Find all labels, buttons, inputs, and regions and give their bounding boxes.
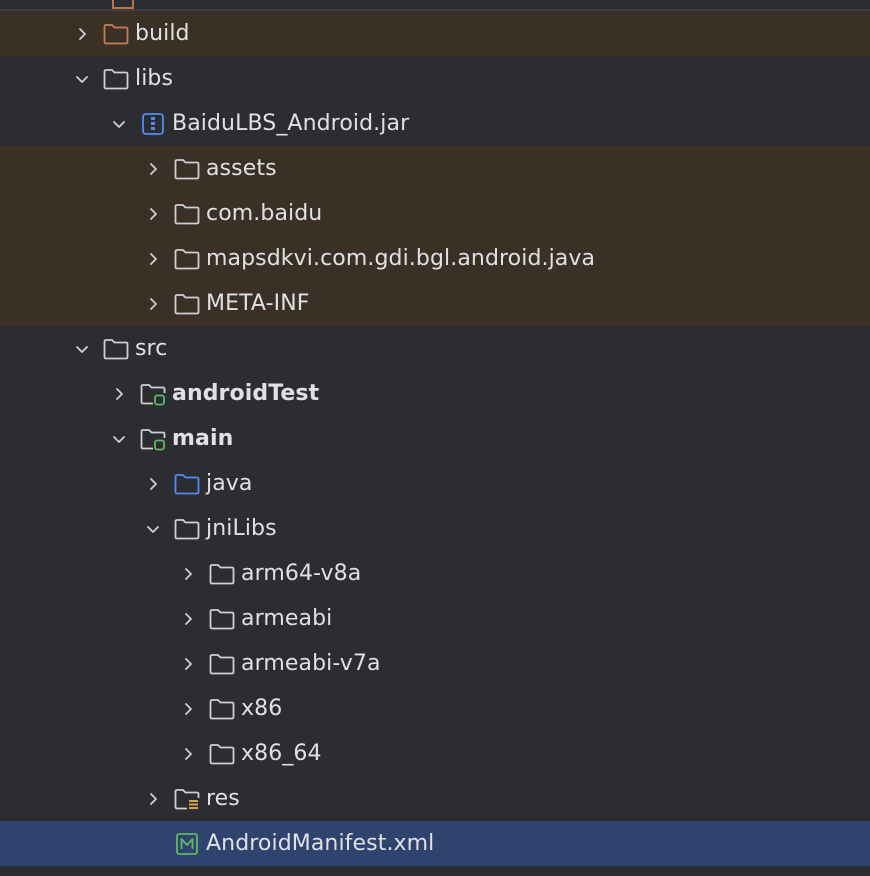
no-chevron-spacer [142, 833, 164, 855]
tree-row-androidtest[interactable]: androidTest [0, 371, 870, 416]
tree-item-label: arm64-v8a [241, 561, 362, 586]
folder-icon [207, 651, 237, 677]
chevron-right-icon[interactable] [177, 743, 199, 765]
tree-item-label: assets [206, 156, 277, 181]
tree-row-com-baidu[interactable]: com.baidu [0, 191, 870, 236]
tree-row-main[interactable]: main [0, 416, 870, 461]
folder-icon [172, 291, 202, 317]
folder-excluded-icon [101, 21, 131, 47]
tree-row-x86-64[interactable]: x86_64 [0, 731, 870, 776]
resource-folder-icon [172, 786, 202, 812]
tree-row-armeabi-v7a[interactable]: armeabi-v7a [0, 641, 870, 686]
chevron-right-icon[interactable] [71, 23, 93, 45]
tree-item-label: mapsdkvi.com.gdi.bgl.android.java [206, 246, 596, 271]
chevron-right-icon[interactable] [177, 608, 199, 630]
tree-item-label: armeabi-v7a [241, 651, 381, 676]
chevron-right-icon[interactable] [142, 788, 164, 810]
tree-item-label: armeabi [241, 606, 333, 631]
tree-item-label: androidTest [172, 381, 320, 406]
folder-icon [207, 741, 237, 767]
source-root-folder-icon [172, 471, 202, 497]
tree-item-label: META-INF [206, 291, 310, 316]
tree-row-baidulbs-jar[interactable]: BaiduLBS_Android.jar [0, 101, 870, 146]
project-tree: build libs BaiduLBS_Android.jar assets c… [0, 0, 870, 876]
tree-item-label: x86_64 [241, 741, 322, 766]
chevron-down-icon[interactable] [108, 428, 130, 450]
folder-icon [101, 66, 131, 92]
tree-row-meta-inf[interactable]: META-INF [0, 281, 870, 326]
jar-archive-icon [138, 111, 168, 137]
tree-item-label: libs [135, 66, 174, 91]
chevron-right-icon[interactable] [142, 203, 164, 225]
chevron-right-icon[interactable] [142, 473, 164, 495]
chevron-right-icon[interactable] [142, 248, 164, 270]
chevron-down-icon[interactable] [71, 338, 93, 360]
tree-row-libs[interactable]: libs [0, 56, 870, 101]
tree-row-build[interactable]: build [0, 11, 870, 56]
tree-item-label: build [135, 21, 190, 46]
tree-item-label: BaiduLBS_Android.jar [172, 111, 410, 136]
tree-item-label: com.baidu [206, 201, 323, 226]
tree-item-label: AndroidManifest.xml [206, 831, 435, 856]
tree-row-mapsdkvi[interactable]: mapsdkvi.com.gdi.bgl.android.java [0, 236, 870, 281]
folder-icon [207, 561, 237, 587]
folder-icon [207, 606, 237, 632]
tree-row-x86[interactable]: x86 [0, 686, 870, 731]
chevron-down-icon[interactable] [108, 113, 130, 135]
chevron-right-icon[interactable] [142, 293, 164, 315]
chevron-right-icon[interactable] [108, 383, 130, 405]
tree-row-jnilibs[interactable]: jniLibs [0, 506, 870, 551]
source-set-folder-icon [138, 426, 168, 452]
tree-row-res[interactable]: res [0, 776, 870, 821]
tree-row-assets[interactable]: assets [0, 146, 870, 191]
folder-icon [172, 246, 202, 272]
folder-icon [101, 336, 131, 362]
tree-row-java[interactable]: java [0, 461, 870, 506]
tree-item-label: res [206, 786, 240, 811]
tree-item-label: src [135, 336, 168, 361]
chevron-right-icon[interactable] [177, 698, 199, 720]
tree-item-label: jniLibs [206, 516, 277, 541]
chevron-down-icon[interactable] [71, 68, 93, 90]
scrolled-row-edge [0, 0, 870, 11]
chevron-right-icon[interactable] [177, 653, 199, 675]
tree-row-src[interactable]: src [0, 326, 870, 371]
tree-item-label: main [172, 426, 234, 451]
folder-icon [172, 516, 202, 542]
tree-item-label: java [206, 471, 253, 496]
manifest-file-icon [172, 831, 202, 857]
tree-row-armeabi[interactable]: armeabi [0, 596, 870, 641]
tree-row-android-manifest[interactable]: AndroidManifest.xml [0, 821, 870, 866]
source-set-folder-icon [138, 381, 168, 407]
folder-icon [172, 201, 202, 227]
chevron-right-icon[interactable] [177, 563, 199, 585]
tree-row-arm64-v8a[interactable]: arm64-v8a [0, 551, 870, 596]
tree-item-label: x86 [241, 696, 283, 721]
folder-icon [207, 696, 237, 722]
chevron-right-icon[interactable] [142, 158, 164, 180]
folder-icon [172, 156, 202, 182]
chevron-down-icon[interactable] [142, 518, 164, 540]
